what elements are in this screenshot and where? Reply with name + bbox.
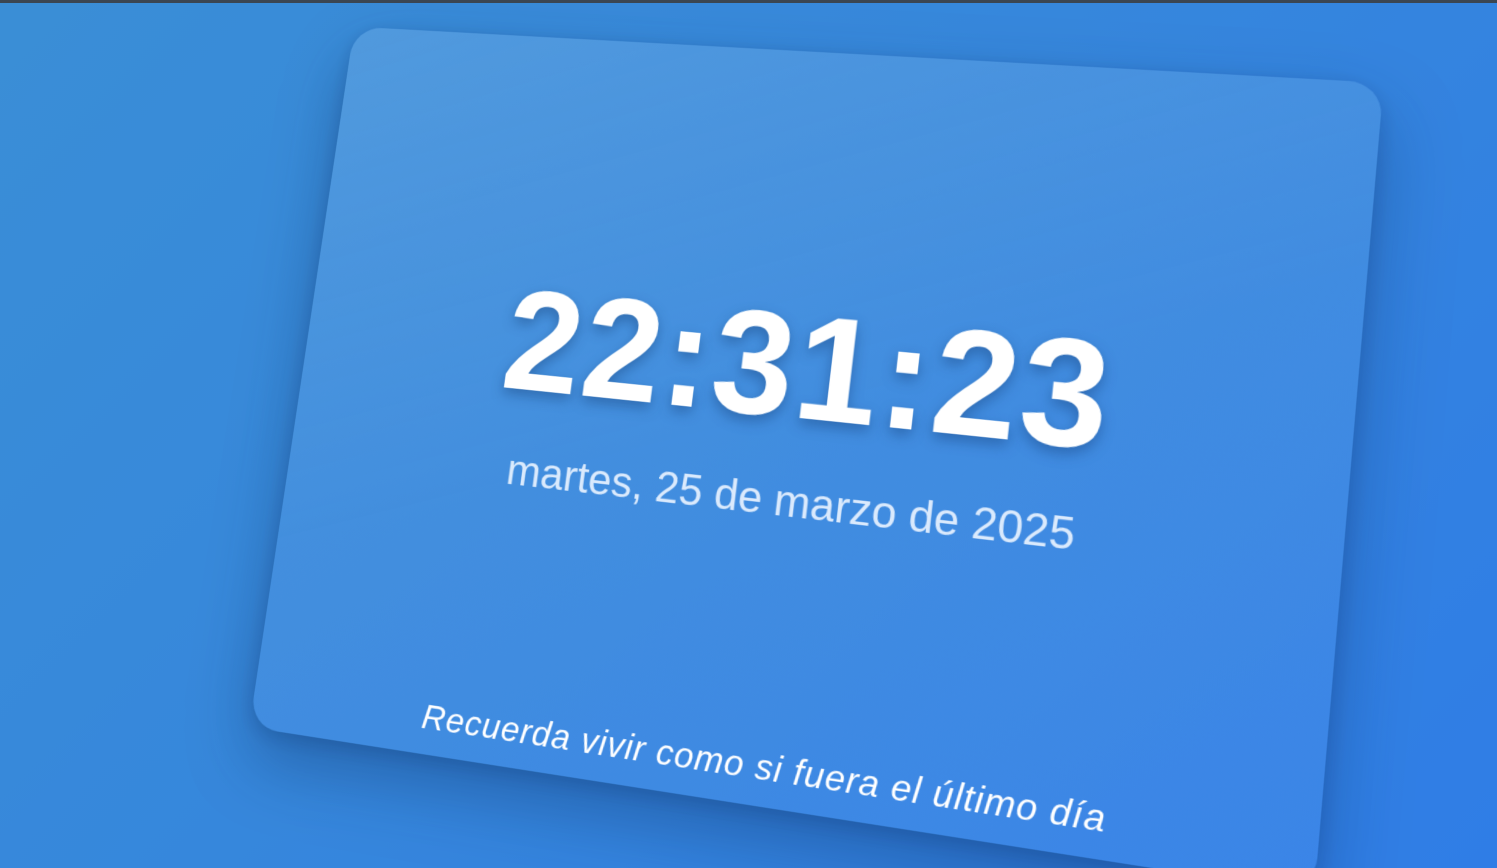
motivational-quote: Recuerda vivir como si fuera el último d… [252,674,1320,868]
clock-stage: 22:31:23 martes, 25 de marzo de 2025 Rec… [0,0,1497,868]
clock-card: 22:31:23 martes, 25 de marzo de 2025 Rec… [249,27,1383,868]
